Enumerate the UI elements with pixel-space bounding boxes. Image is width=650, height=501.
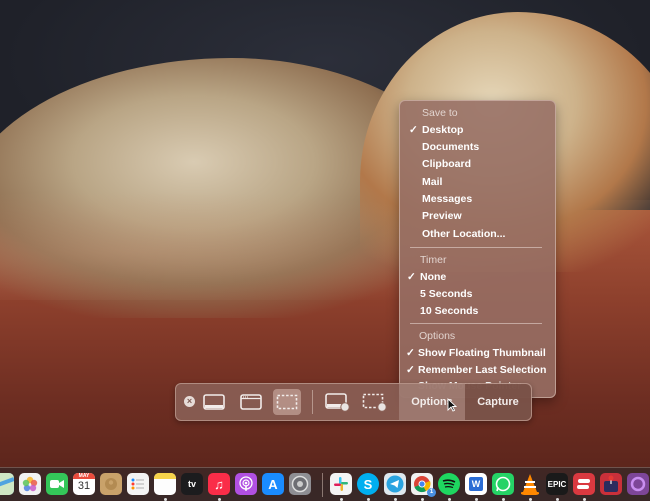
contacts-icon[interactable] — [100, 473, 122, 495]
chrome-icon[interactable]: 1 — [411, 473, 436, 497]
notes-icon[interactable] — [154, 473, 176, 495]
capture-button[interactable]: Capture — [465, 384, 531, 420]
selection-icon — [276, 394, 298, 410]
entire-screen-icon — [203, 394, 225, 410]
window-icon — [240, 394, 262, 410]
tor-icon[interactable] — [627, 473, 649, 495]
appletv-label: tv — [187, 479, 196, 489]
photos-icon[interactable] — [19, 473, 41, 495]
menu-header-timer: Timer — [420, 254, 447, 266]
menu-item-timer-5-seconds[interactable]: 5 Seconds — [420, 288, 473, 300]
vlc-icon[interactable] — [519, 473, 541, 495]
menu-separator — [410, 323, 542, 324]
slack-icon[interactable] — [330, 473, 352, 495]
calendar-icon[interactable]: MAY 31 — [73, 473, 95, 495]
menu-item-clipboard[interactable]: Clipboard — [422, 158, 471, 170]
menu-header-save-to: Save to — [422, 107, 458, 119]
word-icon[interactable]: W — [465, 473, 487, 495]
menu-item-timer-none[interactable]: None — [420, 271, 446, 283]
record-selection-icon — [362, 393, 387, 412]
facetime-icon[interactable] — [46, 473, 68, 495]
skype-label: S — [363, 476, 373, 492]
reminders-icon[interactable] — [127, 473, 149, 495]
menu-item-show-floating-thumbnail[interactable]: Show Floating Thumbnail — [418, 347, 546, 359]
expressvpn-icon[interactable] — [573, 473, 595, 495]
music-icon[interactable]: ♫ — [208, 473, 230, 495]
word-label: W — [469, 477, 483, 491]
screenshot-toolbar: × Options Capture — [175, 383, 532, 421]
check-icon: ✓ — [406, 364, 415, 376]
telegram-icon[interactable] — [384, 473, 406, 495]
menu-item-documents[interactable]: Documents — [422, 141, 479, 153]
check-icon: ✓ — [406, 347, 415, 359]
skype-icon[interactable]: S — [357, 473, 379, 495]
record-screen-icon — [325, 393, 350, 412]
record-entire-screen-button[interactable] — [323, 389, 353, 415]
whatsapp-icon[interactable] — [492, 473, 514, 495]
toolbar-separator — [312, 390, 313, 414]
options-menu: Save to ✓ Desktop Documents Clipboard Ma… — [399, 100, 556, 398]
capture-selected-portion-button[interactable] — [273, 389, 301, 415]
close-icon[interactable]: × — [184, 396, 195, 407]
check-icon: ✓ — [407, 271, 416, 283]
capture-button-label: Capture — [477, 396, 519, 408]
menu-item-other-location[interactable]: Other Location... — [422, 228, 505, 240]
menu-header-options: Options — [419, 330, 456, 342]
menu-item-mail[interactable]: Mail — [422, 176, 442, 188]
menu-item-desktop[interactable]: Desktop — [422, 124, 463, 136]
menu-separator — [410, 247, 542, 248]
podcasts-icon[interactable] — [235, 473, 257, 495]
menu-item-preview[interactable]: Preview — [422, 210, 462, 222]
calendar-day: 31 — [77, 480, 91, 492]
chrome-badge: 1 — [427, 488, 436, 497]
capture-entire-screen-button[interactable] — [200, 389, 228, 415]
menu-item-remember-last-selection[interactable]: Remember Last Selection — [418, 364, 546, 376]
check-icon: ✓ — [409, 124, 418, 136]
record-selected-portion-button[interactable] — [360, 389, 390, 415]
dock-separator — [322, 473, 323, 497]
epic-games-label: EPIC — [547, 479, 567, 489]
epic-games-icon[interactable]: EPIC — [546, 473, 568, 495]
maps-icon[interactable] — [0, 473, 14, 495]
dock: MAY 31 tv ♫ A S 1 W EPIC — [0, 467, 650, 501]
system-preferences-icon[interactable] — [289, 473, 311, 495]
menu-item-timer-10-seconds[interactable]: 10 Seconds — [420, 305, 478, 317]
joystick-icon[interactable] — [600, 473, 622, 495]
appletv-icon[interactable]: tv — [181, 473, 203, 495]
appstore-icon[interactable]: A — [262, 473, 284, 495]
spotify-icon[interactable] — [438, 473, 460, 495]
capture-selected-window-button[interactable] — [237, 389, 265, 415]
menu-item-messages[interactable]: Messages — [422, 193, 472, 205]
mouse-cursor-icon — [447, 398, 457, 412]
